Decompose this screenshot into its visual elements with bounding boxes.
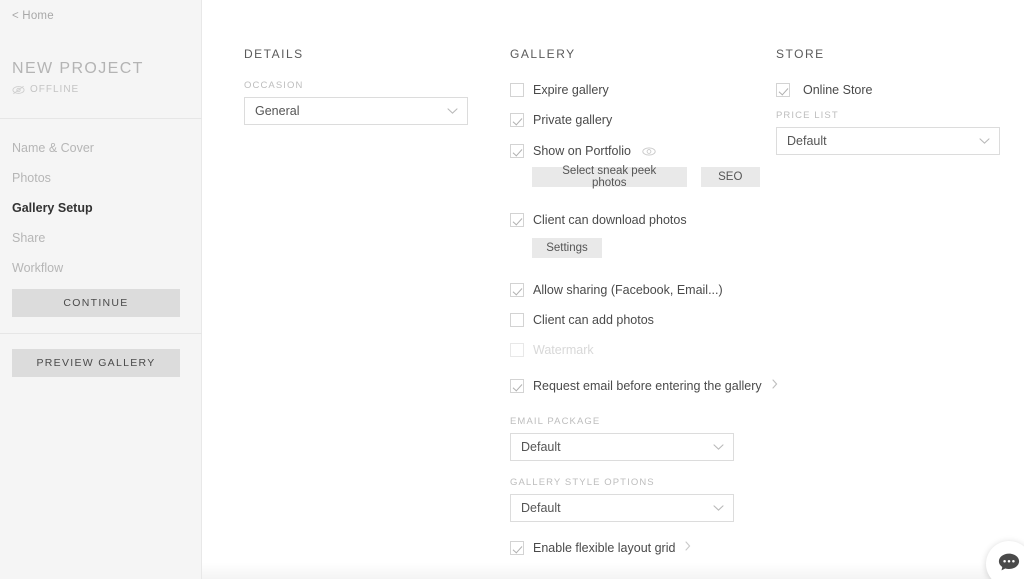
email-package-field: EMAIL PACKAGE Default xyxy=(510,416,734,461)
status-label: OFFLINE xyxy=(30,84,80,95)
checkbox-enable-flexible-layout-grid[interactable] xyxy=(510,541,524,555)
portfolio-action-buttons: Select sneak peek photos SEO xyxy=(532,165,760,189)
store-heading: STORE xyxy=(776,47,825,61)
chevron-down-icon xyxy=(713,505,724,512)
row-show-on-portfolio: Show on Portfolio xyxy=(510,142,656,160)
checkbox-private-gallery[interactable] xyxy=(510,113,524,127)
details-heading: DETAILS xyxy=(244,47,304,61)
project-status: OFFLINE xyxy=(12,84,79,95)
occasion-select[interactable]: General xyxy=(244,97,468,125)
sidebar-divider-bottom xyxy=(0,333,202,334)
chat-widget-button[interactable] xyxy=(986,541,1024,579)
download-settings-button[interactable]: Settings xyxy=(532,238,602,258)
chevron-right-icon[interactable] xyxy=(772,378,778,389)
sidebar-item-share[interactable]: Share xyxy=(0,223,202,253)
checkbox-client-can-download[interactable] xyxy=(510,213,524,227)
preview-gallery-button[interactable]: PREVIEW GALLERY xyxy=(12,349,180,377)
chevron-right-icon[interactable] xyxy=(685,540,691,551)
eye-off-icon xyxy=(12,85,25,95)
row-watermark: Watermark xyxy=(510,341,594,359)
seo-button[interactable]: SEO xyxy=(700,167,760,187)
sidebar-item-gallery-setup[interactable]: Gallery Setup xyxy=(0,193,202,223)
row-allow-sharing: Allow sharing (Facebook, Email...) xyxy=(510,281,723,299)
gallery-style-options-field: GALLERY STYLE OPTIONS Default xyxy=(510,477,734,522)
row-private-gallery: Private gallery xyxy=(510,111,612,129)
price-list-select[interactable]: Default xyxy=(776,127,1000,155)
sidebar-divider-top xyxy=(0,118,202,119)
main-content: DETAILS OCCASION General GALLERY Expire … xyxy=(202,0,1024,579)
label-client-can-add-photos: Client can add photos xyxy=(533,313,654,327)
row-enable-flexible-layout-grid: Enable flexible layout grid xyxy=(510,539,691,557)
checkbox-watermark xyxy=(510,343,524,357)
row-request-email: Request email before entering the galler… xyxy=(510,377,778,395)
label-private-gallery: Private gallery xyxy=(533,113,613,127)
row-client-can-add-photos: Client can add photos xyxy=(510,311,654,329)
checkbox-expire-gallery[interactable] xyxy=(510,83,524,97)
checkbox-client-can-add-photos[interactable] xyxy=(510,313,524,327)
chevron-down-icon xyxy=(979,138,990,145)
sidebar: < Home NEW PROJECT OFFLINE Name & Cover … xyxy=(0,0,202,579)
checkbox-online-store[interactable] xyxy=(776,83,790,97)
sidebar-item-photos[interactable]: Photos xyxy=(0,163,202,193)
checkbox-show-on-portfolio[interactable] xyxy=(510,144,524,158)
checkbox-allow-sharing[interactable] xyxy=(510,283,524,297)
sidebar-item-workflow[interactable]: Workflow xyxy=(0,253,202,283)
label-expire-gallery: Expire gallery xyxy=(533,83,609,97)
occasion-label: OCCASION xyxy=(244,80,304,91)
label-request-email: Request email before entering the galler… xyxy=(533,379,762,393)
download-settings-wrap: Settings xyxy=(532,238,602,258)
label-show-on-portfolio: Show on Portfolio xyxy=(533,144,631,158)
row-expire-gallery: Expire gallery xyxy=(510,81,609,99)
bottom-fade xyxy=(202,563,1024,579)
app-root: < Home NEW PROJECT OFFLINE Name & Cover … xyxy=(0,0,1024,579)
project-title: NEW PROJECT xyxy=(12,60,144,77)
price-list-field: PRICE LIST Default xyxy=(776,110,1000,155)
occasion-field: OCCASION General xyxy=(244,80,468,125)
label-enable-flexible-layout-grid: Enable flexible layout grid xyxy=(533,541,676,555)
chevron-down-icon xyxy=(447,108,458,115)
chevron-down-icon xyxy=(713,444,724,451)
label-online-store: Online Store xyxy=(803,83,873,97)
email-package-value: Default xyxy=(521,440,561,454)
sidebar-nav: Name & Cover Photos Gallery Setup Share … xyxy=(0,133,202,283)
row-client-can-download: Client can download photos xyxy=(510,211,687,229)
label-watermark: Watermark xyxy=(533,343,594,357)
label-client-can-download: Client can download photos xyxy=(533,213,687,227)
home-link[interactable]: < Home xyxy=(12,10,54,22)
sidebar-item-name-cover[interactable]: Name & Cover xyxy=(0,133,202,163)
price-list-value: Default xyxy=(787,134,827,148)
price-list-label: PRICE LIST xyxy=(776,110,839,121)
select-sneak-peek-photos-button[interactable]: Select sneak peek photos xyxy=(532,165,687,189)
row-online-store: Online Store xyxy=(776,81,872,99)
email-package-label: EMAIL PACKAGE xyxy=(510,416,601,427)
email-package-select[interactable]: Default xyxy=(510,433,734,461)
eye-icon[interactable] xyxy=(642,146,656,156)
occasion-value: General xyxy=(255,104,300,118)
checkbox-request-email[interactable] xyxy=(510,379,524,393)
chat-bubble-icon xyxy=(998,552,1020,577)
gallery-style-options-select[interactable]: Default xyxy=(510,494,734,522)
continue-button[interactable]: CONTINUE xyxy=(12,289,180,317)
gallery-style-options-label: GALLERY STYLE OPTIONS xyxy=(510,477,655,488)
label-allow-sharing: Allow sharing (Facebook, Email...) xyxy=(533,283,723,297)
gallery-heading: GALLERY xyxy=(510,47,576,61)
gallery-style-options-value: Default xyxy=(521,501,561,515)
